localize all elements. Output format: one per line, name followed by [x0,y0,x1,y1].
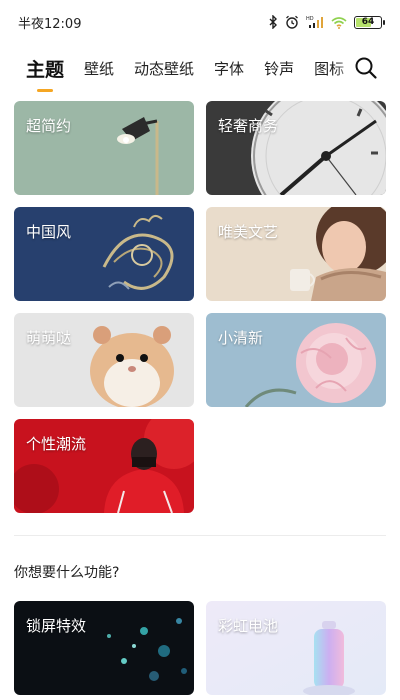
category-label: 唯美文艺 [218,223,279,241]
category-card-fresh[interactable]: 小清新 [206,313,386,407]
status-bar: 半夜12:09 HD 64 [0,0,400,44]
bluetooth-icon [269,15,277,29]
tab-live-wallpaper[interactable]: 动态壁纸 [134,58,194,79]
feature-card-lockscreen-effects[interactable]: 锁屏特效 [14,601,194,695]
category-card-trendy[interactable]: 个性潮流 [14,419,194,513]
category-card-minimal[interactable]: 超简约 [14,101,194,195]
hd-signal-icon: HD [306,16,323,28]
search-icon[interactable] [354,56,378,80]
category-label: 萌萌哒 [26,329,72,347]
category-label: 轻奢商务 [218,117,279,135]
tab-wallpaper[interactable]: 壁纸 [84,58,114,79]
wifi-icon [331,16,347,29]
category-card-cute[interactable]: 萌萌哒 [14,313,194,407]
category-tabs: 主题 壁纸 动态壁纸 字体 铃声 图标 [0,44,400,92]
status-icons: HD 64 [269,15,385,29]
tab-theme[interactable]: 主题 [26,55,64,82]
feature-label: 彩虹电池 [218,617,279,635]
category-label: 中国风 [26,223,72,241]
feature-label: 锁屏特效 [26,617,87,635]
tab-ringtone[interactable]: 铃声 [264,58,294,79]
alarm-icon [286,15,298,29]
battery-level-text: 64 [361,16,375,27]
feature-card-rainbow-battery[interactable]: 彩虹电池 [206,601,386,695]
status-time: 半夜12:09 [18,16,82,32]
category-label: 超简约 [26,117,72,135]
section-divider [14,535,386,536]
category-label: 小清新 [218,329,264,347]
tab-font[interactable]: 字体 [214,58,244,79]
features-section-title: 你想要什么功能? [14,565,120,581]
category-label: 个性潮流 [26,435,87,453]
category-card-artistic[interactable]: 唯美文艺 [206,207,386,301]
svg-text:HD: HD [306,16,314,22]
battery-icon: 64 [354,15,385,29]
category-card-luxury-business[interactable]: 轻奢商务 [206,101,386,195]
category-card-chinese-style[interactable]: 中国风 [14,207,194,301]
